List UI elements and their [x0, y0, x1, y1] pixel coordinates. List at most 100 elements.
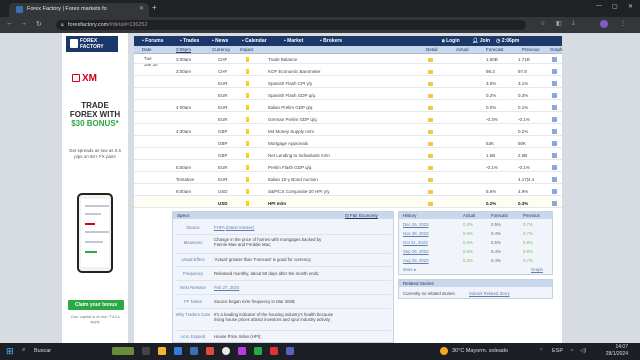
- nav-calendar[interactable]: ▪ Calendar: [242, 38, 267, 44]
- event-row[interactable]: 5:00am EUR Prelim Flash GDP q/q -0.1% -0.1%: [134, 163, 562, 172]
- graph-icon[interactable]: [552, 69, 557, 74]
- join-link[interactable]: 👤︎ Join: [472, 38, 490, 44]
- history-date[interactable]: Sep 26, 2023: [403, 249, 429, 254]
- detail-folder-icon[interactable]: [428, 118, 433, 122]
- next-release-link[interactable]: Feb 27, 2024: [214, 285, 392, 290]
- graph-icon[interactable]: [552, 153, 557, 158]
- graph-icon[interactable]: [552, 81, 557, 86]
- app-icon-3[interactable]: [270, 347, 278, 355]
- login-link[interactable]: 🔒︎ Login: [442, 38, 460, 44]
- impact-folder-icon[interactable]: [246, 117, 249, 122]
- impact-folder-icon[interactable]: [246, 129, 249, 134]
- close-window-icon[interactable]: ✕: [628, 3, 633, 10]
- bookmark-icon[interactable]: ☆: [540, 20, 545, 27]
- claim-bonus-button[interactable]: Claim your bonus: [68, 300, 124, 310]
- store-icon[interactable]: [190, 347, 198, 355]
- impact-folder-icon[interactable]: [246, 141, 249, 146]
- history-more-link[interactable]: More ▸: [403, 267, 416, 273]
- nav-market[interactable]: ▪ Market: [284, 38, 303, 44]
- detail-folder-icon[interactable]: [428, 94, 433, 98]
- detail-folder-icon[interactable]: [428, 142, 433, 146]
- search-icon[interactable]: ⌕: [22, 347, 25, 354]
- detail-folder-icon[interactable]: [428, 130, 433, 134]
- impact-folder-icon[interactable]: [246, 93, 249, 98]
- impact-folder-icon[interactable]: [246, 81, 249, 86]
- graph-icon[interactable]: [552, 57, 557, 62]
- graph-icon[interactable]: [552, 201, 557, 206]
- event-row[interactable]: 4:00am EUR Italian Prelim GDP q/q 0.0% 0.1%: [134, 103, 562, 112]
- detail-folder-icon[interactable]: [428, 82, 433, 86]
- close-tab-icon[interactable]: ✕: [139, 5, 144, 12]
- detail-folder-icon[interactable]: [428, 190, 433, 194]
- graph-icon[interactable]: [552, 141, 557, 146]
- downloads-icon[interactable]: ⤓: [572, 20, 575, 27]
- task-view-icon[interactable]: [142, 347, 150, 355]
- impact-folder-icon[interactable]: [246, 165, 249, 170]
- nav-forums[interactable]: ▪ Forums: [142, 38, 164, 44]
- detail-folder-icon[interactable]: [428, 154, 433, 158]
- impact-folder-icon[interactable]: [246, 153, 249, 158]
- url-field[interactable]: 🔒︎ forexfactory.com/#detail=136252: [56, 20, 526, 30]
- graph-icon[interactable]: [552, 105, 557, 110]
- graph-icon[interactable]: [552, 129, 557, 134]
- impact-folder-icon[interactable]: [246, 201, 249, 206]
- xm-logo[interactable]: XM: [72, 73, 97, 84]
- back-icon[interactable]: ←: [6, 20, 13, 27]
- chrome-icon[interactable]: [222, 347, 230, 355]
- volume-icon[interactable]: ◁): [580, 348, 586, 354]
- detail-folder-icon[interactable]: [428, 202, 433, 206]
- impact-folder-icon[interactable]: [246, 105, 249, 110]
- taskbar-search[interactable]: Buscar: [34, 348, 51, 354]
- wifi-icon[interactable]: ◔: [570, 348, 573, 354]
- submit-story-link[interactable]: Submit Related Story: [469, 291, 510, 296]
- site-clock[interactable]: ◷ 2:06pm: [496, 38, 519, 44]
- detail-folder-icon[interactable]: [428, 178, 433, 182]
- graph-icon[interactable]: [552, 189, 557, 194]
- edge-icon[interactable]: [174, 347, 182, 355]
- event-row[interactable]: EUR Spanish Flash CPI y/y 3.0% 3.1%: [134, 79, 562, 88]
- minimize-icon[interactable]: —: [596, 3, 602, 9]
- history-date[interactable]: Nov 28, 2023: [403, 231, 429, 236]
- graph-icon[interactable]: [552, 165, 557, 170]
- event-row[interactable]: EUR Spanish Flash GDP q/q 0.2% 0.3%: [134, 91, 562, 100]
- latest-release-link[interactable]: (latest release): [226, 225, 254, 230]
- app-icon-1[interactable]: [238, 347, 246, 355]
- widget-image[interactable]: [112, 347, 134, 355]
- forward-icon[interactable]: →: [20, 20, 27, 27]
- weather-text[interactable]: 30°C Mayorm. soleado: [452, 348, 508, 354]
- profile-avatar[interactable]: [600, 20, 608, 28]
- nav-brokers[interactable]: ▪ Brokers: [320, 38, 342, 44]
- impact-folder-icon[interactable]: [246, 69, 249, 74]
- event-row[interactable]: GBP Mortgage Approvals 53K 50K: [134, 139, 562, 148]
- reload-icon[interactable]: ↻: [36, 20, 42, 28]
- impact-folder-icon[interactable]: [246, 57, 249, 62]
- app-icon-4[interactable]: [286, 347, 294, 355]
- event-row[interactable]: 4:30am GBP M4 Money Supply m/m 0.2%: [134, 127, 562, 136]
- event-row[interactable]: 3:00am CHF KOF Economic Barometer 98.3 97.8: [134, 67, 562, 76]
- event-row[interactable]: GBP Net Lending to Individuals m/m 1.5B 2.0…: [134, 151, 562, 160]
- forex-factory-logo[interactable]: FOREX FACTORY: [66, 36, 118, 52]
- nav-news[interactable]: ▪ News: [212, 38, 228, 44]
- graph-icon[interactable]: [552, 117, 557, 122]
- menu-icon[interactable]: ⋮: [620, 20, 626, 27]
- graph-icon[interactable]: [552, 93, 557, 98]
- tray-clock[interactable]: 14:07 28/1/2024: [598, 344, 628, 358]
- ad-headline[interactable]: TRADE FOREX WITH $30 BONUS*: [64, 101, 126, 128]
- new-tab-icon[interactable]: +: [152, 3, 157, 12]
- history-date[interactable]: Aug 29, 2023: [403, 258, 429, 263]
- fair-economy-link[interactable]: ⊡ Fair Economy: [345, 213, 378, 219]
- app-icon-2[interactable]: [254, 347, 262, 355]
- nav-trades[interactable]: ▪ Trades: [180, 38, 199, 44]
- detail-folder-icon[interactable]: [428, 58, 433, 62]
- detail-folder-icon[interactable]: [428, 70, 433, 74]
- event-row[interactable]: 9:00am USD S&P/CS Composite-20 HPI y/y 5.6%…: [134, 187, 562, 196]
- event-row[interactable]: 2:00am CHF Trade Balance 1.50B 1.71B: [134, 55, 562, 64]
- impact-folder-icon[interactable]: [246, 189, 249, 194]
- event-row[interactable]: EUR German Prelim GDP q/q -0.3% -0.1%: [134, 115, 562, 124]
- graph-icon[interactable]: [552, 177, 557, 182]
- maximize-icon[interactable]: ▢: [612, 3, 618, 10]
- history-graph-link[interactable]: Graph: [531, 267, 543, 272]
- detail-folder-icon[interactable]: [428, 106, 433, 110]
- fhfa-link[interactable]: FHFA: [214, 225, 225, 230]
- history-date[interactable]: Dec 26, 2023: [403, 222, 429, 227]
